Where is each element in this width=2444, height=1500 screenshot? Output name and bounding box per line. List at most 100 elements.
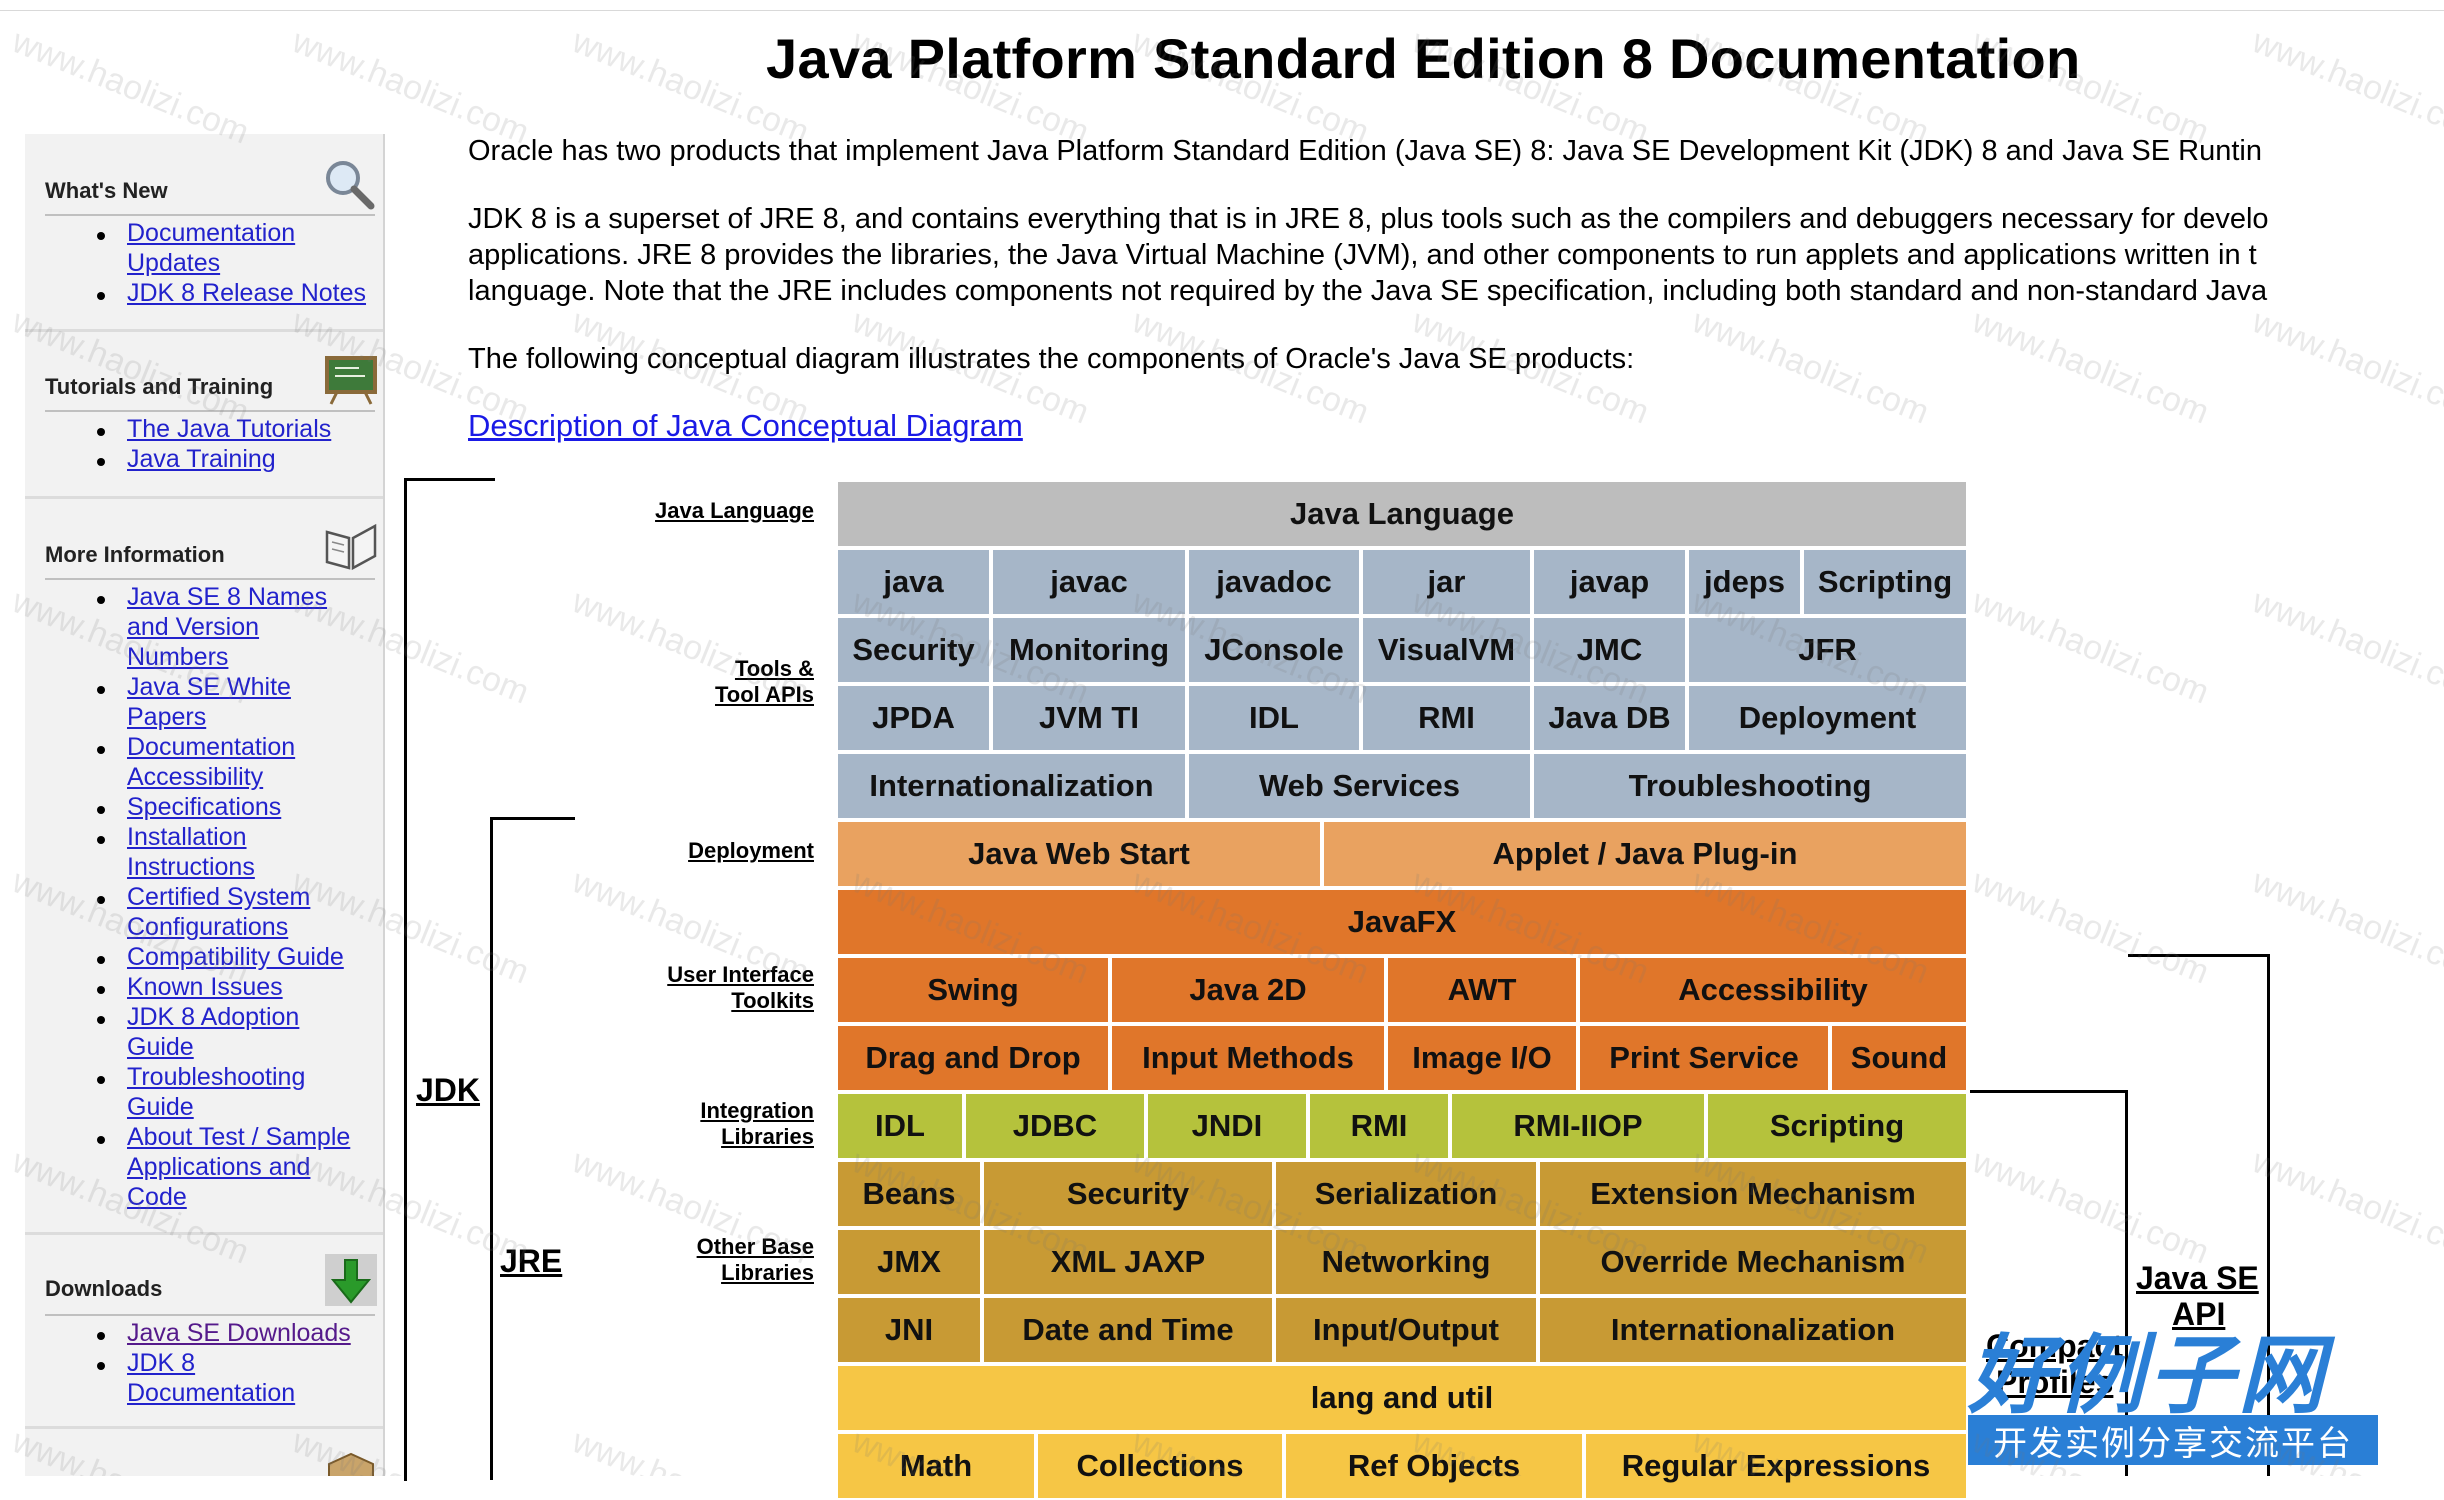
link-java-training[interactable]: Java Training: [127, 444, 276, 474]
cell-jmc[interactable]: JMC: [1532, 616, 1687, 684]
jdk-label[interactable]: JDK: [416, 1072, 480, 1109]
link-troubleshooting-guide-2[interactable]: Guide: [127, 1092, 194, 1122]
cell-java-db[interactable]: Java DB: [1532, 684, 1687, 752]
cell-deployment-tool[interactable]: Deployment: [1687, 684, 1968, 752]
cell-javap[interactable]: javap: [1532, 548, 1687, 616]
cell-drag-and-drop[interactable]: Drag and Drop: [836, 1024, 1110, 1092]
cell-jdbc[interactable]: JDBC: [964, 1092, 1146, 1160]
cell-javafx[interactable]: JavaFX: [836, 888, 1968, 956]
cell-idl-tool[interactable]: IDL: [1187, 684, 1361, 752]
cell-java-2d[interactable]: Java 2D: [1110, 956, 1386, 1024]
link-adoption-guide[interactable]: JDK 8 Adoption: [127, 1002, 299, 1032]
row-label-java-language[interactable]: Java Language: [655, 498, 814, 524]
cell-accessibility[interactable]: Accessibility: [1578, 956, 1968, 1024]
link-documentation-updates[interactable]: Documentation: [127, 218, 295, 248]
link-troubleshooting-guide[interactable]: Troubleshooting: [127, 1062, 305, 1092]
link-certified-configs[interactable]: Certified System: [127, 882, 310, 912]
cell-internationalization[interactable]: Internationalization: [1538, 1296, 1968, 1364]
row-label-integration-libraries[interactable]: Libraries: [721, 1124, 814, 1150]
row-label-tool-apis[interactable]: Tool APIs: [715, 682, 814, 708]
cell-jconsole[interactable]: JConsole: [1187, 616, 1361, 684]
row-label-tools[interactable]: Tools &: [735, 656, 814, 682]
cell-security-tool[interactable]: Security: [836, 616, 991, 684]
cell-extension-mechanism[interactable]: Extension Mechanism: [1538, 1160, 1968, 1228]
cell-internationalization-tool[interactable]: Internationalization: [836, 752, 1187, 820]
cell-date-and-time[interactable]: Date and Time: [982, 1296, 1274, 1364]
link-white-papers-2[interactable]: Papers: [127, 702, 206, 732]
row-label-integration[interactable]: Integration: [700, 1098, 814, 1124]
cell-jmx[interactable]: JMX: [836, 1228, 982, 1296]
cell-image-io[interactable]: Image I/O: [1386, 1024, 1578, 1092]
row-label-deployment[interactable]: Deployment: [688, 838, 814, 864]
link-installation-2[interactable]: Instructions: [127, 852, 255, 882]
cell-jvm-ti[interactable]: JVM TI: [991, 684, 1187, 752]
link-jdk8-documentation[interactable]: JDK 8: [127, 1348, 195, 1378]
link-known-issues[interactable]: Known Issues: [127, 972, 283, 1002]
row-label-other-base-libraries[interactable]: Libraries: [721, 1260, 814, 1286]
cell-jndi[interactable]: JNDI: [1146, 1092, 1308, 1160]
cell-collections[interactable]: Collections: [1036, 1432, 1284, 1500]
cell-scripting[interactable]: Scripting: [1706, 1092, 1968, 1160]
link-installation[interactable]: Installation: [127, 822, 247, 852]
cell-javadoc[interactable]: javadoc: [1187, 548, 1361, 616]
link-specifications[interactable]: Specifications: [127, 792, 281, 822]
diagram-description-link[interactable]: Description of Java Conceptual Diagram: [468, 408, 1023, 444]
link-jdk8-documentation-2[interactable]: Documentation: [127, 1378, 295, 1408]
cell-monitoring[interactable]: Monitoring: [991, 616, 1187, 684]
cell-javac[interactable]: javac: [991, 548, 1187, 616]
link-documentation-updates-2[interactable]: Updates: [127, 248, 220, 278]
cell-beans[interactable]: Beans: [836, 1160, 982, 1228]
cell-rmi[interactable]: RMI: [1308, 1092, 1450, 1160]
cell-troubleshooting[interactable]: Troubleshooting: [1532, 752, 1968, 820]
cell-rmi-tool[interactable]: RMI: [1361, 684, 1532, 752]
cell-java[interactable]: java: [836, 548, 991, 616]
cell-security[interactable]: Security: [982, 1160, 1274, 1228]
cell-jdeps[interactable]: jdeps: [1687, 548, 1802, 616]
row-label-ui-toolkits[interactable]: Toolkits: [731, 988, 814, 1014]
cell-awt[interactable]: AWT: [1386, 956, 1578, 1024]
cell-jfr[interactable]: JFR: [1687, 616, 1968, 684]
cell-scripting-tool[interactable]: Scripting: [1802, 548, 1968, 616]
cell-sound[interactable]: Sound: [1830, 1024, 1968, 1092]
row-label-other-base[interactable]: Other Base: [697, 1234, 814, 1260]
cell-ref-objects[interactable]: Ref Objects: [1284, 1432, 1584, 1500]
cell-input-methods[interactable]: Input Methods: [1110, 1024, 1386, 1092]
cell-serialization[interactable]: Serialization: [1274, 1160, 1538, 1228]
cell-input-output[interactable]: Input/Output: [1274, 1296, 1538, 1364]
link-java-se-downloads[interactable]: Java SE Downloads: [127, 1318, 351, 1348]
cell-applet-plugin[interactable]: Applet / Java Plug-in: [1322, 820, 1968, 888]
row-label-ui[interactable]: User Interface: [667, 962, 814, 988]
cell-jni[interactable]: JNI: [836, 1296, 982, 1364]
link-compatibility-guide[interactable]: Compatibility Guide: [127, 942, 344, 972]
cell-lang-and-util[interactable]: lang and util: [836, 1364, 1968, 1432]
link-test-samples[interactable]: About Test / Sample: [127, 1122, 350, 1152]
cell-idl[interactable]: IDL: [836, 1092, 964, 1160]
cell-regular-expressions[interactable]: Regular Expressions: [1584, 1432, 1968, 1500]
link-test-samples-3[interactable]: Code: [127, 1182, 187, 1212]
cell-override-mechanism[interactable]: Override Mechanism: [1538, 1228, 1968, 1296]
cell-math[interactable]: Math: [836, 1432, 1036, 1500]
link-test-samples-2[interactable]: Applications and: [127, 1152, 310, 1182]
cell-rmi-iiop[interactable]: RMI-IIOP: [1450, 1092, 1706, 1160]
jre-label[interactable]: JRE: [500, 1243, 562, 1280]
cell-visualvm[interactable]: VisualVM: [1361, 616, 1532, 684]
java-se-api-label[interactable]: Java SE: [2136, 1260, 2259, 1297]
link-doc-accessibility-2[interactable]: Accessibility: [127, 762, 263, 792]
link-names-version-3[interactable]: Numbers: [127, 642, 228, 672]
cell-web-services[interactable]: Web Services: [1187, 752, 1532, 820]
link-certified-configs-2[interactable]: Configurations: [127, 912, 288, 942]
link-java-tutorials[interactable]: The Java Tutorials: [127, 414, 331, 444]
link-jdk8-release-notes[interactable]: JDK 8 Release Notes: [127, 278, 366, 308]
link-adoption-guide-2[interactable]: Guide: [127, 1032, 194, 1062]
cell-xml-jaxp[interactable]: XML JAXP: [982, 1228, 1274, 1296]
cell-swing[interactable]: Swing: [836, 956, 1110, 1024]
link-doc-accessibility[interactable]: Documentation: [127, 732, 295, 762]
link-names-version-2[interactable]: and Version: [127, 612, 259, 642]
cell-java-web-start[interactable]: Java Web Start: [836, 820, 1322, 888]
cell-jpda[interactable]: JPDA: [836, 684, 991, 752]
cell-jar[interactable]: jar: [1361, 548, 1532, 616]
link-white-papers[interactable]: Java SE White: [127, 672, 291, 702]
cell-print-service[interactable]: Print Service: [1578, 1024, 1830, 1092]
link-names-version[interactable]: Java SE 8 Names: [127, 582, 327, 612]
cell-networking[interactable]: Networking: [1274, 1228, 1538, 1296]
